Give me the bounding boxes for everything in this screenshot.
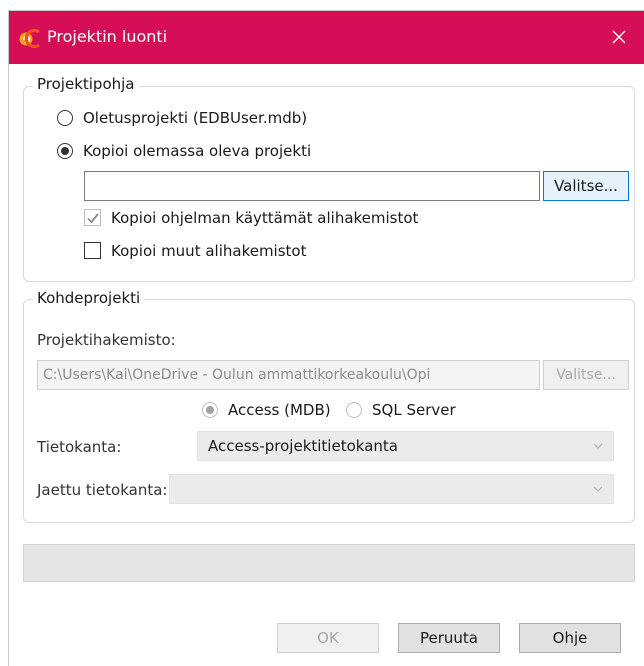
close-icon[interactable]: [607, 25, 631, 49]
shared-database-select[interactable]: [169, 474, 614, 504]
ec-logo-icon: [19, 28, 41, 49]
cancel-button[interactable]: Peruuta: [398, 623, 500, 653]
target-browse-button[interactable]: Valitse...: [543, 360, 629, 390]
sql-server-radio[interactable]: [346, 402, 362, 418]
sql-server-label[interactable]: SQL Server: [372, 401, 456, 419]
copy-used-subdirs-checkbox[interactable]: [84, 209, 101, 226]
copy-project-radio[interactable]: [57, 143, 73, 159]
target-group-legend: Kohdeprojekti: [33, 289, 145, 307]
source-browse-button[interactable]: Valitse...: [543, 171, 629, 201]
default-project-label[interactable]: Oletusprojekti (EDBUser.mdb): [83, 109, 307, 127]
project-dir-input[interactable]: C:\Users\Kai\OneDrive - Oulun ammattikor…: [37, 360, 540, 390]
copy-other-subdirs-checkbox[interactable]: [84, 242, 101, 259]
access-mdb-radio[interactable]: [202, 402, 218, 418]
chevron-down-icon: [593, 486, 603, 492]
template-group-legend: Projektipohja: [33, 75, 139, 93]
title-bar[interactable]: Projektin luonti: [9, 11, 644, 64]
shared-database-label: Jaettu tietokanta:: [37, 481, 168, 499]
database-label: Tietokanta:: [37, 438, 122, 456]
source-project-input[interactable]: [84, 171, 540, 201]
project-create-dialog: Projektin luonti Projektipohja Oletuspro…: [8, 10, 644, 666]
access-mdb-label[interactable]: Access (MDB): [228, 401, 331, 419]
copy-project-label[interactable]: Kopioi olemassa oleva projekti: [83, 142, 311, 160]
window-title: Projektin luonti: [47, 27, 168, 46]
copy-used-subdirs-label[interactable]: Kopioi ohjelman käyttämät alihakemistot: [111, 209, 418, 227]
project-dir-label: Projektihakemisto:: [37, 331, 176, 349]
copy-other-subdirs-label[interactable]: Kopioi muut alihakemistot: [111, 242, 306, 260]
ok-button[interactable]: OK: [277, 623, 379, 653]
checkmark-icon: [87, 213, 99, 224]
default-project-radio[interactable]: [57, 110, 73, 126]
chevron-down-icon: [593, 443, 603, 449]
database-select-value: Access-projektitietokanta: [208, 437, 398, 455]
help-button[interactable]: Ohje: [519, 623, 621, 653]
database-select[interactable]: Access-projektitietokanta: [197, 431, 614, 461]
progress-bar: [23, 544, 635, 582]
